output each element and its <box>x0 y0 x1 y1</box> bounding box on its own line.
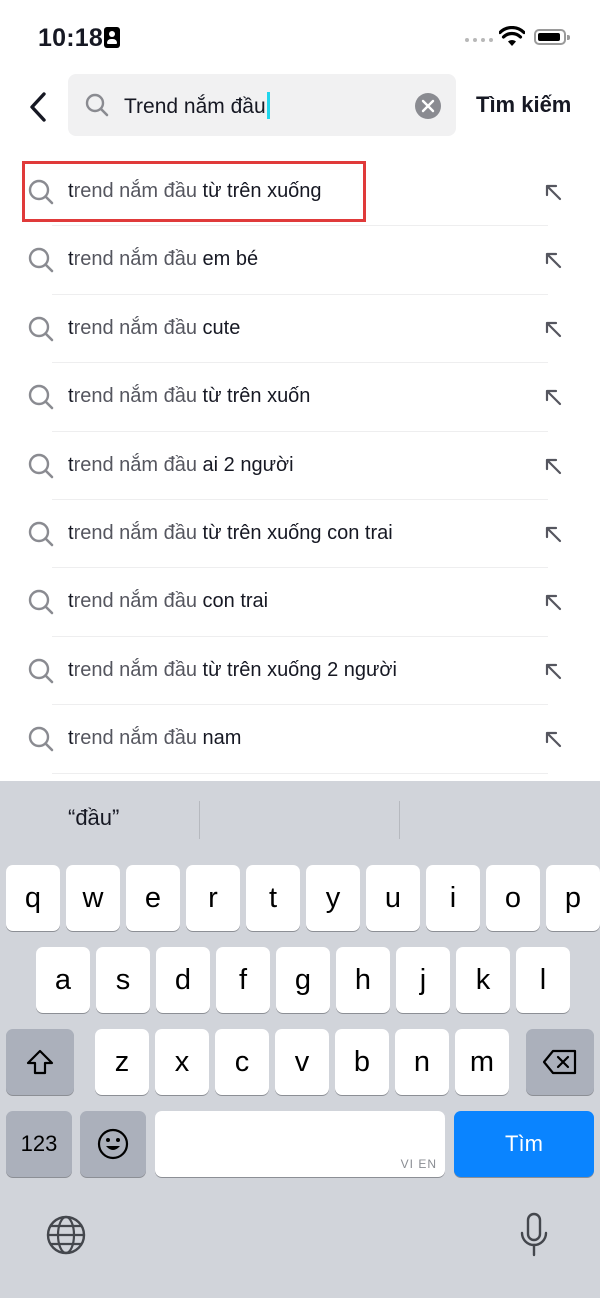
status-time: 10:18 <box>38 24 103 52</box>
fill-query-arrow-icon[interactable] <box>543 182 563 202</box>
emoji-key[interactable] <box>80 1111 146 1177</box>
suggestion-item[interactable]: trend nắm đầu ai 2 người <box>0 432 600 500</box>
key-h[interactable]: h <box>336 947 390 1013</box>
key-k[interactable]: k <box>456 947 510 1013</box>
key-s[interactable]: s <box>96 947 150 1013</box>
back-button[interactable] <box>24 88 54 126</box>
search-icon <box>28 453 54 478</box>
key-d[interactable]: d <box>156 947 210 1013</box>
key-x[interactable]: x <box>155 1029 209 1095</box>
suggestion-item[interactable]: trend nắm đầu con trai <box>0 568 600 637</box>
search-icon <box>28 384 54 410</box>
suggestion-text: trend nắm đầu từ trên xuốn <box>68 385 311 408</box>
key-t[interactable]: t <box>246 865 300 931</box>
key-u[interactable]: u <box>366 865 420 931</box>
search-query[interactable]: Trend nắm đầu <box>124 92 270 119</box>
fill-query-arrow-icon[interactable] <box>543 387 563 407</box>
key-l[interactable]: l <box>516 947 570 1013</box>
key-w[interactable]: w <box>66 865 120 931</box>
key-z[interactable]: z <box>95 1029 149 1095</box>
search-icon <box>85 93 109 117</box>
key-o[interactable]: o <box>486 865 540 931</box>
suggestion-list: trend nắm đầu từ trên xuống trend nắm đầu… <box>0 158 600 774</box>
prediction-divider <box>199 801 200 839</box>
numbers-key[interactable]: 123 <box>6 1111 72 1177</box>
search-icon <box>28 316 54 342</box>
cellular-signal-icon <box>465 38 493 44</box>
fill-query-arrow-icon[interactable] <box>543 319 563 339</box>
suggestion-text: trend nắm đầu em bé <box>68 248 259 271</box>
contact-card-icon <box>104 27 120 48</box>
prediction-bar: “đầu” <box>0 781 600 857</box>
key-v[interactable]: v <box>275 1029 329 1095</box>
fill-query-arrow-icon[interactable] <box>543 524 563 544</box>
key-p[interactable]: p <box>546 865 600 931</box>
search-icon <box>28 521 54 547</box>
backspace-key[interactable] <box>526 1029 594 1095</box>
suggestion-item[interactable]: trend nắm đầu cute <box>0 295 600 364</box>
suggestion-text: trend nắm đầu từ trên xuống con trai <box>68 521 393 544</box>
fill-query-arrow-icon[interactable] <box>543 456 563 476</box>
key-b[interactable]: b <box>335 1029 389 1095</box>
suggestion-item[interactable]: trend nắm đầu từ trên xuốn <box>0 363 600 432</box>
language-indicator: VI EN <box>400 1157 437 1171</box>
search-icon <box>28 590 54 615</box>
shift-icon <box>26 1049 54 1075</box>
key-a[interactable]: a <box>36 947 90 1013</box>
clear-search-button[interactable] <box>415 93 441 119</box>
suggestion-item[interactable]: trend nắm đầu từ trên xuống con trai <box>0 500 600 569</box>
space-key[interactable]: VI EN <box>155 1111 445 1177</box>
key-e[interactable]: e <box>126 865 180 931</box>
key-i[interactable]: i <box>426 865 480 931</box>
prediction-item[interactable]: “đầu” <box>68 805 119 831</box>
search-input[interactable]: Trend nắm đầu <box>68 74 456 136</box>
suggestion-item[interactable]: trend nắm đầu từ trên xuống 2 người <box>0 637 600 706</box>
status-bar: 10:18 <box>0 0 600 76</box>
search-icon <box>28 248 54 273</box>
key-f[interactable]: f <box>216 947 270 1013</box>
key-r[interactable]: r <box>186 865 240 931</box>
search-icon <box>28 726 54 752</box>
battery-icon <box>534 29 570 45</box>
shift-key[interactable] <box>6 1029 74 1095</box>
suggestion-item[interactable]: trend nắm đầu nam <box>0 705 600 774</box>
search-icon <box>28 658 54 684</box>
keyboard: “đầu” q w e r t y u i o p a s d f g h j k l z x c v b n m 123 VI EN… <box>0 781 600 1298</box>
search-submit-button[interactable]: Tìm kiếm <box>476 92 571 118</box>
highlight-annotation <box>22 161 366 222</box>
key-j[interactable]: j <box>396 947 450 1013</box>
suggestion-text: trend nắm đầu từ trên xuống 2 người <box>68 658 397 681</box>
key-q[interactable]: q <box>6 865 60 931</box>
key-n[interactable]: n <box>395 1029 449 1095</box>
divider <box>52 772 548 774</box>
search-return-key[interactable]: Tìm <box>454 1111 594 1177</box>
key-y[interactable]: y <box>306 865 360 931</box>
backspace-icon <box>542 1049 577 1075</box>
key-m[interactable]: m <box>455 1029 509 1095</box>
suggestion-text: trend nắm đầu ai 2 người <box>68 453 294 476</box>
prediction-divider <box>399 801 400 839</box>
fill-query-arrow-icon[interactable] <box>543 661 563 681</box>
fill-query-arrow-icon[interactable] <box>543 729 563 749</box>
fill-query-arrow-icon[interactable] <box>543 250 563 270</box>
emoji-icon <box>97 1128 129 1160</box>
key-g[interactable]: g <box>276 947 330 1013</box>
suggestion-item[interactable]: trend nắm đầu em bé <box>0 226 600 295</box>
fill-query-arrow-icon[interactable] <box>543 592 563 612</box>
microphone-icon[interactable] <box>518 1212 550 1258</box>
close-icon <box>421 99 435 113</box>
wifi-icon <box>499 26 525 46</box>
text-caret <box>266 92 270 119</box>
suggestion-text: trend nắm đầu cute <box>68 316 241 339</box>
key-c[interactable]: c <box>215 1029 269 1095</box>
suggestion-text: trend nắm đầu nam <box>68 727 242 750</box>
suggestion-text: trend nắm đầu con trai <box>68 590 269 613</box>
globe-icon[interactable] <box>45 1214 87 1256</box>
